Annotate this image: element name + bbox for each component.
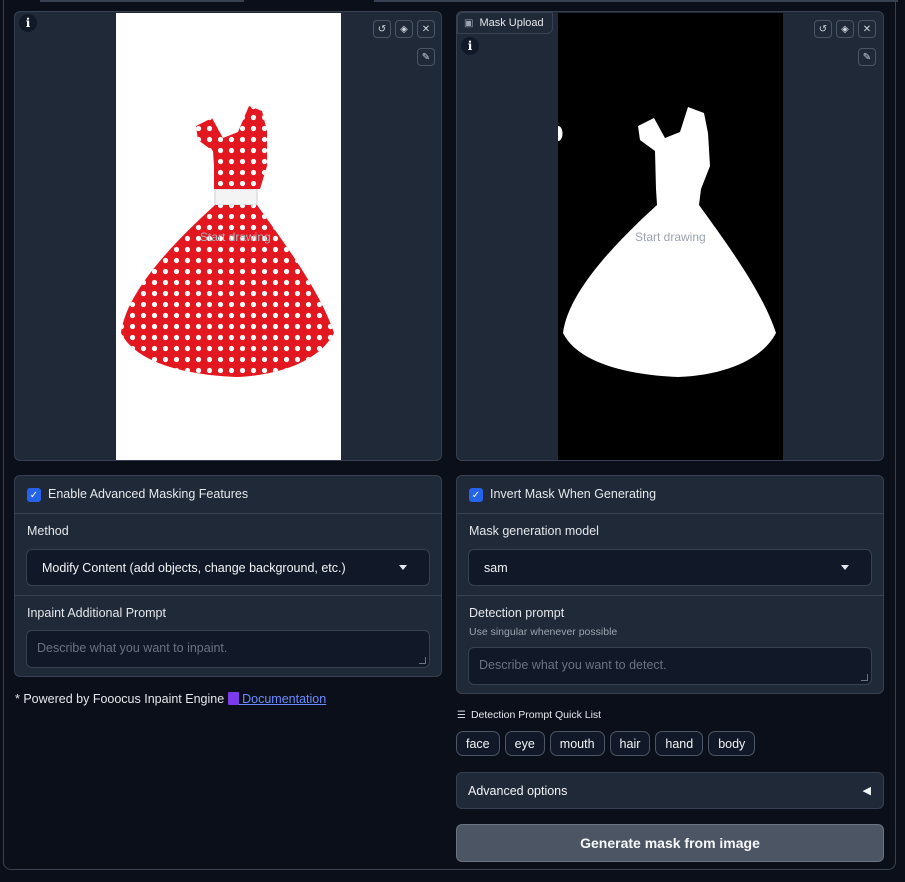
image-editor-mask[interactable]: ▣ Mask Upload i Start drawing ↺ ◈ ✕ ✎ — [456, 11, 884, 461]
model-value: sam — [484, 560, 508, 575]
advanced-options-label: Advanced options — [468, 783, 568, 798]
chip-mouth[interactable]: mouth — [549, 731, 605, 756]
detection-prompt-hint: Use singular whenever possible — [469, 626, 618, 638]
inpaint-prompt-section: Inpaint Additional Prompt Describe what … — [15, 595, 441, 677]
method-select[interactable]: Modify Content (add objects, change back… — [26, 549, 430, 586]
inpaint-prompt-input[interactable]: Describe what you want to inpaint. — [26, 630, 430, 668]
triangle-left-icon: ◀ — [862, 785, 871, 797]
brush-icon[interactable]: ✎ — [417, 48, 435, 66]
powered-by-note: * Powered by Fooocus Inpaint Engine Docu… — [15, 692, 326, 706]
quick-list-header: ☰ Detection Prompt Quick List — [457, 709, 601, 721]
enable-masking-label[interactable]: Enable Advanced Masking Features — [48, 487, 248, 501]
inpaint-prompt-placeholder: Describe what you want to inpaint. — [37, 641, 228, 655]
start-drawing-hint: Start drawing — [635, 230, 706, 244]
chip-body[interactable]: body — [708, 731, 756, 756]
close-icon[interactable]: ✕ — [417, 20, 435, 38]
chip-face[interactable]: face — [456, 731, 500, 756]
undo-icon[interactable]: ↺ — [814, 20, 832, 38]
resize-handle-icon[interactable] — [419, 657, 426, 664]
documentation-link[interactable]: Documentation — [239, 692, 326, 706]
image-icon: ▣ — [464, 17, 474, 29]
info-icon[interactable]: i — [461, 37, 479, 55]
mask-upload-text: Mask Upload — [479, 17, 544, 29]
start-drawing-hint: Start drawing — [200, 230, 271, 244]
brush-icon[interactable]: ✎ — [858, 48, 876, 66]
advanced-options-accordion[interactable]: Advanced options ◀ — [456, 772, 884, 809]
generate-mask-button[interactable]: Generate mask from image — [456, 824, 884, 862]
quick-list-chips: face eye mouth hair hand body — [456, 731, 760, 756]
method-label: Method — [27, 524, 69, 538]
info-icon[interactable]: i — [19, 14, 37, 32]
model-select[interactable]: sam — [468, 549, 872, 586]
method-section: Method Modify Content (add objects, chan… — [15, 513, 441, 595]
chevron-down-icon — [399, 565, 407, 570]
chip-hair[interactable]: hair — [609, 731, 651, 756]
resize-handle-icon[interactable] — [861, 674, 868, 681]
advanced-masking-panel: ✓ Enable Advanced Masking Features Metho… — [14, 475, 442, 677]
method-value: Modify Content (add objects, change back… — [42, 560, 346, 575]
undo-icon[interactable]: ↺ — [373, 20, 391, 38]
powered-by-text: * Powered by Fooocus Inpaint Engine — [15, 692, 228, 706]
chip-hand[interactable]: hand — [655, 731, 704, 756]
inpaint-prompt-label: Inpaint Additional Prompt — [27, 606, 166, 620]
chevron-down-icon — [841, 565, 849, 570]
eraser-icon[interactable]: ◈ — [395, 20, 413, 38]
model-section: Mask generation model sam — [457, 513, 883, 595]
close-icon[interactable]: ✕ — [858, 20, 876, 38]
detection-prompt-placeholder: Describe what you want to detect. — [479, 658, 667, 672]
invert-mask-label[interactable]: Invert Mask When Generating — [490, 487, 656, 501]
detection-prompt-input[interactable]: Describe what you want to detect. — [468, 647, 872, 685]
book-icon — [227, 692, 239, 705]
mask-generation-panel: ✓ Invert Mask When Generating Mask gener… — [456, 475, 884, 694]
eraser-icon[interactable]: ◈ — [836, 20, 854, 38]
enable-masking-checkbox[interactable]: ✓ — [27, 488, 41, 502]
chip-eye[interactable]: eye — [504, 731, 545, 756]
detection-prompt-section: Detection prompt Use singular whenever p… — [457, 595, 883, 694]
invert-mask-checkbox[interactable]: ✓ — [469, 488, 483, 502]
quick-list-title: Detection Prompt Quick List — [470, 709, 602, 721]
list-icon: ☰ — [457, 709, 466, 721]
tab-underline — [40, 0, 244, 2]
mask-upload-label: ▣ Mask Upload — [457, 12, 553, 34]
image-editor-left[interactable]: i Start drawing ↺ ◈ ✕ ✎ — [14, 11, 442, 461]
detection-prompt-label: Detection prompt — [469, 606, 565, 620]
model-label: Mask generation model — [469, 524, 599, 538]
tab-underline — [374, 0, 898, 2]
